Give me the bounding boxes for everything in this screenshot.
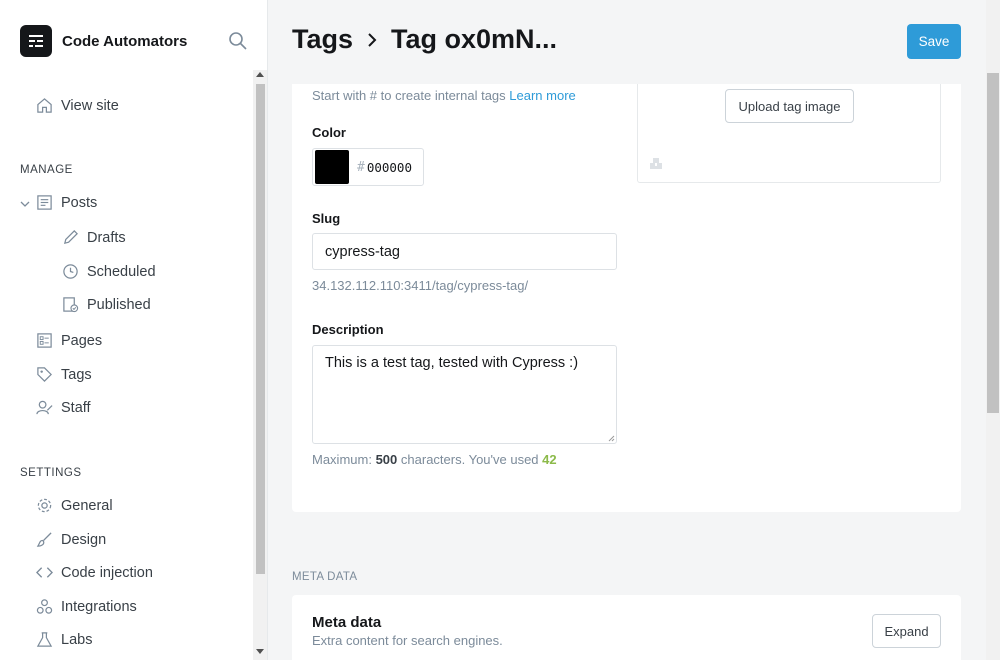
counter-mid: characters. You've used xyxy=(400,452,539,467)
tag-icon xyxy=(37,367,52,382)
staff-icon xyxy=(36,400,53,415)
resize-handle-icon[interactable] xyxy=(608,435,615,442)
sidebar-item-labs[interactable]: Labs xyxy=(36,631,92,648)
sidebar-item-label: General xyxy=(61,497,113,514)
sidebar-nav: View site MANAGE Posts Drafts Scheduled … xyxy=(0,70,253,660)
sidebar-item-label: Design xyxy=(61,531,107,548)
breadcrumb-tags-link[interactable]: Tags xyxy=(292,24,353,55)
flask-icon xyxy=(36,632,53,647)
hint-text: Start with # to create internal tags xyxy=(312,88,506,103)
sidebar-item-label: View site xyxy=(61,97,119,114)
meta-data-title: Meta data xyxy=(312,614,382,631)
color-hex-input[interactable]: 000000 xyxy=(367,160,412,175)
sidebar-item-label: Labs xyxy=(61,631,93,648)
meta-data-card: Meta data Extra content for search engin… xyxy=(292,595,961,660)
sidebar-item-label: Drafts xyxy=(87,229,126,246)
tag-image-box: Upload tag image xyxy=(637,72,941,183)
pencil-icon xyxy=(63,230,78,245)
clock-icon xyxy=(63,264,78,279)
sidebar-item-label: Code injection xyxy=(61,564,153,581)
slug-input[interactable]: cypress-tag xyxy=(312,233,617,270)
sidebar-item-posts[interactable]: Posts xyxy=(36,194,97,211)
sidebar-item-label: Scheduled xyxy=(87,263,156,280)
slug-value: cypress-tag xyxy=(325,243,400,260)
integrations-icon xyxy=(36,599,53,614)
sidebar-item-tags[interactable]: Tags xyxy=(36,366,92,383)
sidebar-item-label: Published xyxy=(87,296,151,313)
manage-section-label: MANAGE xyxy=(20,164,73,176)
color-swatch[interactable] xyxy=(315,150,349,184)
sidebar-item-label: Pages xyxy=(61,332,103,349)
color-label: Color xyxy=(312,125,346,140)
upload-tag-image-button[interactable]: Upload tag image xyxy=(725,89,854,123)
scroll-down-arrow-icon[interactable] xyxy=(256,649,264,654)
sidebar: Code Automators View site MANAGE Posts D… xyxy=(0,0,268,660)
image-placeholder-icon xyxy=(650,158,662,169)
counter-prefix: Maximum: xyxy=(312,452,372,467)
gear-icon xyxy=(37,498,52,513)
character-counter: Maximum: 500 characters. You've used 42 xyxy=(312,452,557,467)
sidebar-item-published[interactable]: Published xyxy=(62,296,151,313)
slug-label: Slug xyxy=(312,211,341,226)
sidebar-item-label: Tags xyxy=(61,366,92,383)
sidebar-item-label: Posts xyxy=(61,194,98,211)
main-content: Start with # to create internal tags Lea… xyxy=(268,0,1000,660)
sidebar-item-label: Staff xyxy=(61,399,91,416)
pages-icon xyxy=(37,333,52,348)
sidebar-scrollbar-thumb[interactable] xyxy=(256,84,265,574)
search-icon[interactable] xyxy=(228,31,248,51)
posts-icon xyxy=(37,195,52,210)
sidebar-item-design[interactable]: Design xyxy=(36,531,106,548)
brand-logo xyxy=(20,25,52,57)
sidebar-item-scheduled[interactable]: Scheduled xyxy=(62,263,156,280)
sidebar-item-integrations[interactable]: Integrations xyxy=(36,598,137,615)
sidebar-item-general[interactable]: General xyxy=(36,497,113,514)
code-icon xyxy=(36,567,53,578)
slug-url-preview: 34.132.112.110:3411/tag/cypress-tag/ xyxy=(312,278,529,293)
description-label: Description xyxy=(312,322,384,337)
brand-logo-icon xyxy=(29,35,43,47)
color-picker[interactable]: # 000000 xyxy=(312,148,424,186)
breadcrumb: Tags Tag ox0mN... xyxy=(292,24,557,55)
brand-name: Code Automators xyxy=(62,32,188,50)
counter-max: 500 xyxy=(375,452,398,467)
color-hash: # xyxy=(357,159,365,175)
page-title: Tag ox0mN... xyxy=(391,24,558,54)
internal-tag-hint: Start with # to create internal tags Lea… xyxy=(312,88,576,103)
save-button[interactable]: Save xyxy=(907,24,961,59)
description-value: This is a test tag, tested with Cypress … xyxy=(325,355,579,371)
main-scrollbar-thumb[interactable] xyxy=(987,73,999,413)
brand[interactable]: Code Automators xyxy=(20,25,187,57)
expand-button[interactable]: Expand xyxy=(872,614,941,648)
sidebar-item-staff[interactable]: Staff xyxy=(36,399,91,416)
brush-icon xyxy=(36,532,52,547)
sidebar-item-view-site[interactable]: View site xyxy=(36,97,119,114)
settings-section-label: SETTINGS xyxy=(20,467,82,479)
sidebar-item-pages[interactable]: Pages xyxy=(36,332,102,349)
sidebar-item-drafts[interactable]: Drafts xyxy=(62,229,126,246)
page-header: Tags Tag ox0mN... Save xyxy=(268,0,1000,84)
description-textarea[interactable]: This is a test tag, tested with Cypress … xyxy=(312,345,617,444)
meta-data-section-heading: META DATA xyxy=(292,571,358,583)
home-icon xyxy=(37,98,52,113)
sidebar-item-label: Integrations xyxy=(61,598,137,615)
chevron-right-icon xyxy=(368,32,377,47)
published-icon xyxy=(63,297,79,313)
chevron-down-icon[interactable] xyxy=(19,198,31,210)
tag-settings-card: Start with # to create internal tags Lea… xyxy=(292,60,961,512)
counter-used: 42 xyxy=(542,452,557,467)
sidebar-item-code-injection[interactable]: Code injection xyxy=(36,564,153,581)
meta-data-subtitle: Extra content for search engines. xyxy=(312,633,503,648)
scroll-up-arrow-icon[interactable] xyxy=(256,72,264,77)
learn-more-link[interactable]: Learn more xyxy=(509,88,575,103)
